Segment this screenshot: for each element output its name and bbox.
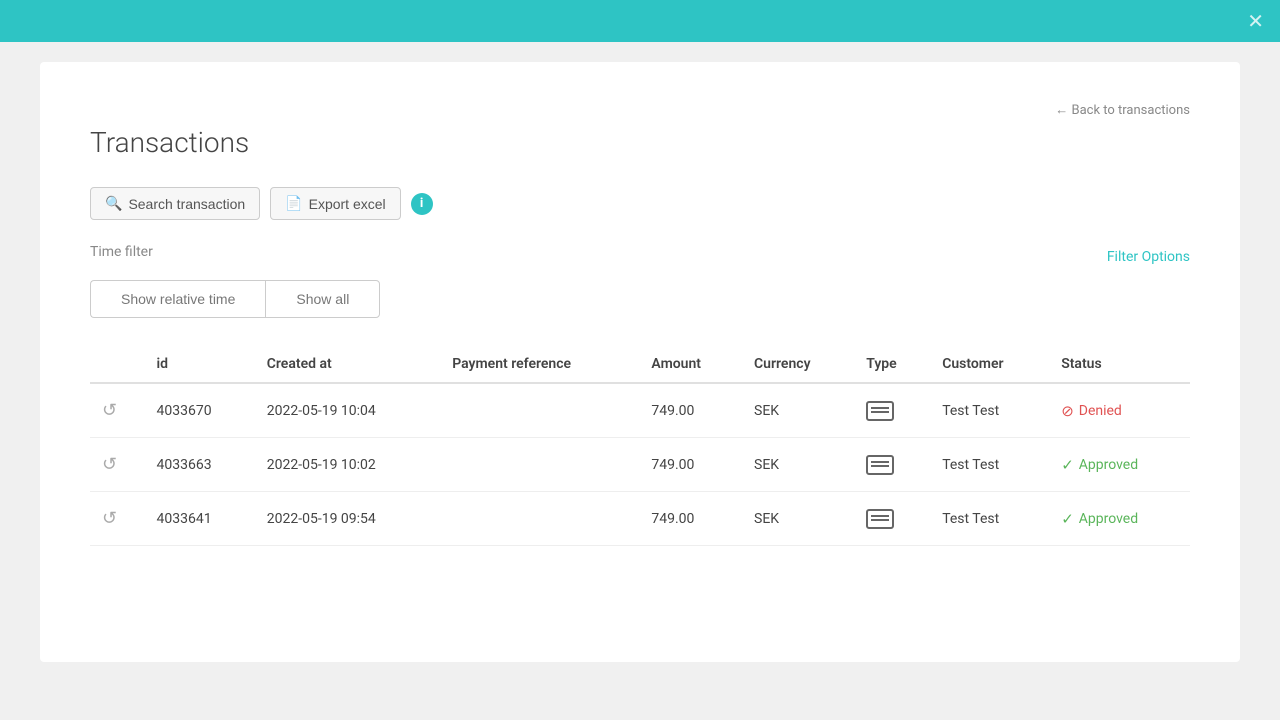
card-icon [866,509,894,529]
cell-status: ✓ Approved [1049,438,1190,492]
cell-customer: Test Test [930,383,1049,438]
col-header-payment-reference: Payment reference [440,346,639,383]
search-icon: 🔍 [105,195,122,212]
time-filter-label: Time filter [90,244,153,260]
col-header-customer: Customer [930,346,1049,383]
cell-payment-reference [440,492,639,546]
export-excel-button[interactable]: 📄 Export excel [270,187,400,220]
show-relative-time-button[interactable]: Show relative time [90,280,265,318]
cell-created-at: 2022-05-19 10:02 [255,438,440,492]
back-link-container: ← Back to transactions [90,102,1190,118]
cell-id: 4033670 [145,383,255,438]
transactions-table: id Created at Payment reference Amount C… [90,346,1190,546]
status-label: Approved [1079,457,1138,473]
cell-amount: 749.00 [639,438,742,492]
row-refresh-icon[interactable]: ↺ [102,508,117,529]
table-header-row: id Created at Payment reference Amount C… [90,346,1190,383]
toolbar: 🔍 Search transaction 📄 Export excel i [90,187,1190,220]
info-icon[interactable]: i [411,193,433,215]
col-header-currency: Currency [742,346,854,383]
close-icon[interactable]: ✕ [1247,9,1264,33]
cell-currency: SEK [742,438,854,492]
cell-customer: Test Test [930,492,1049,546]
filter-top-row: Time filter Filter Options [90,244,1190,270]
status-badge: ✓ Approved [1061,510,1178,528]
col-header-created-at: Created at [255,346,440,383]
cell-created-at: 2022-05-19 10:04 [255,383,440,438]
status-badge: ✓ Approved [1061,456,1178,474]
time-filter-buttons: Show relative time Show all [90,280,1190,318]
col-header-amount: Amount [639,346,742,383]
cell-amount: 749.00 [639,492,742,546]
filter-options-link[interactable]: Filter Options [1107,249,1190,265]
cell-customer: Test Test [930,438,1049,492]
cell-type [854,383,930,438]
cell-id: 4033663 [145,438,255,492]
col-header-status: Status [1049,346,1190,383]
cell-created-at: 2022-05-19 09:54 [255,492,440,546]
search-transaction-label: Search transaction [128,196,245,212]
cell-amount: 749.00 [639,383,742,438]
row-refresh-icon[interactable]: ↺ [102,400,117,421]
time-filter-section: Time filter Filter Options Show relative… [90,244,1190,318]
show-all-button[interactable]: Show all [265,280,380,318]
col-header-id: id [145,346,255,383]
table-row: ↺ 40336412022-05-19 09:54 749.00SEK Test Te… [90,492,1190,546]
approved-icon: ✓ [1061,456,1074,474]
top-navigation-bar: ✕ [0,0,1280,42]
table-row: ↺ 40336702022-05-19 10:04 749.00SEK Test Te… [90,383,1190,438]
status-label: Denied [1079,403,1122,419]
cell-payment-reference [440,383,639,438]
export-icon: 📄 [285,195,302,212]
cell-currency: SEK [742,492,854,546]
col-header-actions [90,346,145,383]
cell-type [854,438,930,492]
card-icon [866,401,894,421]
page-title: Transactions [90,126,1190,159]
col-header-type: Type [854,346,930,383]
card-icon [866,455,894,475]
cell-status: ✓ Approved [1049,492,1190,546]
row-refresh-icon[interactable]: ↺ [102,454,117,475]
search-transaction-button[interactable]: 🔍 Search transaction [90,187,260,220]
cell-id: 4033641 [145,492,255,546]
table-row: ↺ 40336632022-05-19 10:02 749.00SEK Test Te… [90,438,1190,492]
cell-type [854,492,930,546]
export-excel-label: Export excel [309,196,386,212]
status-badge: ⊘ Denied [1061,402,1178,420]
approved-icon: ✓ [1061,510,1074,528]
denied-icon: ⊘ [1061,402,1074,420]
status-label: Approved [1079,511,1138,527]
cell-payment-reference [440,438,639,492]
main-content: ← Back to transactions Transactions 🔍 Se… [40,62,1240,662]
cell-status: ⊘ Denied [1049,383,1190,438]
cell-currency: SEK [742,383,854,438]
back-to-transactions-link[interactable]: ← Back to transactions [1055,102,1190,118]
